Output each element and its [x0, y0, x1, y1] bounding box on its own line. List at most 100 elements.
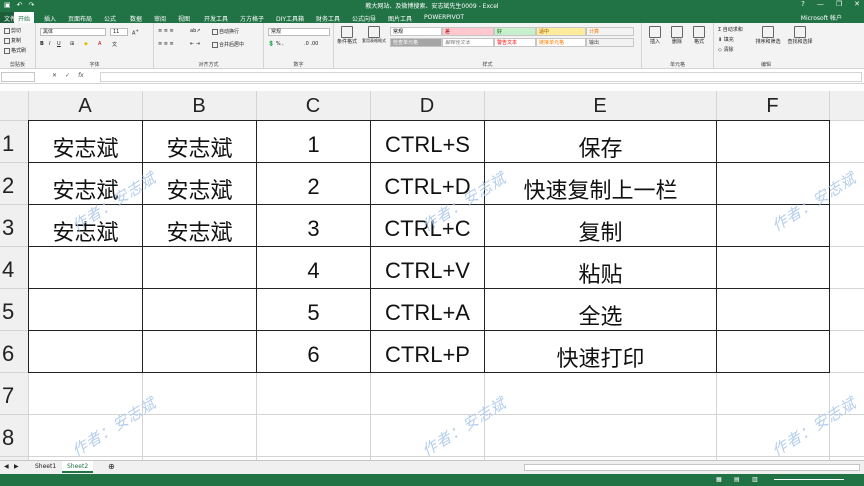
tab-finance-tools[interactable]: 财务工具 — [312, 12, 344, 23]
tab-view[interactable]: 视图 — [174, 12, 194, 23]
font-size-select[interactable]: 11 — [110, 28, 128, 36]
cut-button[interactable]: 剪切 — [4, 27, 21, 34]
fill-button[interactable]: ⬇ 填充 — [718, 36, 734, 43]
style-neutral[interactable]: 适中 — [536, 27, 586, 36]
cell-e6[interactable]: 快速打印 — [485, 341, 716, 373]
cell-e1[interactable]: 保存 — [485, 131, 716, 163]
tab-diy-toolbox[interactable]: DIY工具箱 — [272, 12, 308, 23]
zoom-slider[interactable] — [774, 479, 844, 480]
orientation-icon[interactable]: ab↗ — [190, 28, 200, 34]
insert-cells-button[interactable]: 插入 — [646, 26, 664, 45]
cell-d6[interactable]: CTRL+P — [371, 342, 484, 368]
help-icon[interactable]: ? — [801, 0, 805, 8]
format-painter-button[interactable]: 格式刷 — [4, 47, 26, 54]
column-header-a[interactable]: A — [28, 91, 142, 120]
cell-d4[interactable]: CTRL+V — [371, 258, 484, 284]
clear-button[interactable]: ◇ 清除 — [718, 46, 733, 53]
restore-icon[interactable]: ❐ — [836, 0, 842, 8]
cell-c6[interactable]: 6 — [257, 342, 370, 368]
align-left-icon[interactable]: ≡ ≡ ≡ — [158, 41, 174, 47]
row-header-4[interactable]: 4 — [0, 257, 28, 283]
cancel-icon[interactable]: ✕ — [52, 72, 57, 79]
row-header-3[interactable]: 3 — [0, 215, 28, 241]
style-good[interactable]: 好 — [494, 27, 536, 36]
indent-icon[interactable]: ⇤ ⇥ — [190, 41, 200, 47]
bold-icon[interactable]: B — [40, 41, 44, 47]
style-calculation[interactable]: 计算 — [586, 27, 634, 36]
sheet-tab-sheet2[interactable]: Sheet2 — [62, 461, 94, 473]
horizontal-scrollbar[interactable] — [524, 464, 860, 471]
tab-data[interactable]: 数据 — [126, 12, 146, 23]
phonetic-icon[interactable]: 文 — [112, 41, 117, 48]
number-format-select[interactable]: 常规 — [268, 28, 330, 36]
align-top-icon[interactable]: ≡ ≡ ≡ — [158, 28, 174, 34]
font-color-icon[interactable]: A — [98, 41, 101, 47]
tab-formulas[interactable]: 公式 — [100, 12, 120, 23]
sheet-nav-next-icon[interactable]: ▶ — [14, 463, 19, 470]
row-header-1[interactable]: 1 — [0, 131, 28, 157]
format-cells-button[interactable]: 格式 — [690, 26, 708, 45]
cell-e3[interactable]: 复制 — [485, 215, 716, 247]
style-output[interactable]: 输出 — [586, 38, 634, 47]
sheet-nav-prev-icon[interactable]: ◀ — [4, 463, 9, 470]
tab-review[interactable]: 审阅 — [150, 12, 170, 23]
tab-picture-tools[interactable]: 图片工具 — [384, 12, 416, 23]
style-check-cell[interactable]: 检查单元格 — [390, 38, 442, 47]
style-linked-cell[interactable]: 链接单元格 — [536, 38, 586, 47]
tab-insert[interactable]: 插入 — [40, 12, 60, 23]
table-format-button[interactable]: 套用表格格式 — [362, 26, 386, 44]
cell-b1[interactable]: 安志斌 — [143, 131, 256, 163]
tab-page-layout[interactable]: 页面布局 — [64, 12, 96, 23]
row-header-8[interactable]: 8 — [0, 425, 28, 451]
account-label[interactable]: Microsoft 帐户 — [801, 13, 842, 22]
row-header-2[interactable]: 2 — [0, 173, 28, 199]
cell-e5[interactable]: 全选 — [485, 299, 716, 331]
cell-c2[interactable]: 2 — [257, 174, 370, 200]
wrap-text-button[interactable]: 自动换行 — [212, 28, 239, 35]
add-sheet-icon[interactable]: ⊕ — [108, 462, 115, 471]
row-header-6[interactable]: 6 — [0, 341, 28, 367]
italic-icon[interactable]: I — [49, 41, 50, 47]
row-header-7[interactable]: 7 — [0, 383, 28, 409]
currency-icon[interactable]: 💲 % , — [268, 41, 284, 47]
conditional-format-button[interactable]: 条件格式 — [336, 26, 358, 45]
autosum-button[interactable]: Σ 自动求和 — [718, 26, 743, 33]
cell-c1[interactable]: 1 — [257, 132, 370, 158]
border-icon[interactable]: ⊞ — [70, 41, 74, 47]
tab-fangfang[interactable]: 方方格子 — [236, 12, 268, 23]
tab-formula-wizard[interactable]: 公式向导 — [348, 12, 380, 23]
decimal-icon[interactable]: .0 .00 — [304, 41, 318, 47]
row-header-5[interactable]: 5 — [0, 299, 28, 325]
cell-d5[interactable]: CTRL+A — [371, 300, 484, 326]
cell-b3[interactable]: 安志斌 — [143, 215, 256, 247]
formula-input[interactable] — [100, 72, 862, 82]
underline-icon[interactable]: U — [57, 41, 61, 47]
style-warning[interactable]: 警告文本 — [494, 38, 536, 47]
column-header-c[interactable]: C — [256, 91, 370, 120]
cell-c5[interactable]: 5 — [257, 300, 370, 326]
find-select-button[interactable]: 查找和选择 — [786, 26, 814, 45]
enter-icon[interactable]: ✓ — [65, 72, 70, 79]
tab-home[interactable]: 开始 — [14, 12, 35, 23]
cell-a1[interactable]: 安志斌 — [29, 131, 142, 163]
copy-button[interactable]: 复制 — [4, 37, 21, 44]
cell-d1[interactable]: CTRL+S — [371, 132, 484, 158]
worksheet-grid[interactable]: A B C D E F 1 2 3 4 5 6 7 8 安志斌 安志斌 1 CT… — [0, 91, 864, 460]
page-layout-view-icon[interactable]: ▤ — [734, 476, 740, 483]
name-box[interactable] — [1, 72, 35, 82]
fill-color-icon[interactable]: ◆ — [84, 41, 88, 47]
font-name-select[interactable]: 黑体 — [40, 28, 106, 36]
column-header-d[interactable]: D — [370, 91, 484, 120]
cell-e4[interactable]: 粘贴 — [485, 257, 716, 289]
normal-view-icon[interactable]: ▦ — [716, 476, 722, 483]
close-icon[interactable]: ✕ — [854, 0, 860, 8]
sort-filter-button[interactable]: 排序和筛选 — [754, 26, 782, 45]
sheet-tab-sheet1[interactable]: Sheet1 — [30, 461, 61, 473]
fx-icon[interactable]: fx — [78, 72, 84, 79]
delete-cells-button[interactable]: 删除 — [668, 26, 686, 45]
cell-c3[interactable]: 3 — [257, 216, 370, 242]
page-break-view-icon[interactable]: ▥ — [752, 476, 758, 483]
style-explanatory[interactable]: 解释性文本 — [442, 38, 494, 47]
column-header-b[interactable]: B — [142, 91, 256, 120]
style-bad[interactable]: 差 — [442, 27, 494, 36]
